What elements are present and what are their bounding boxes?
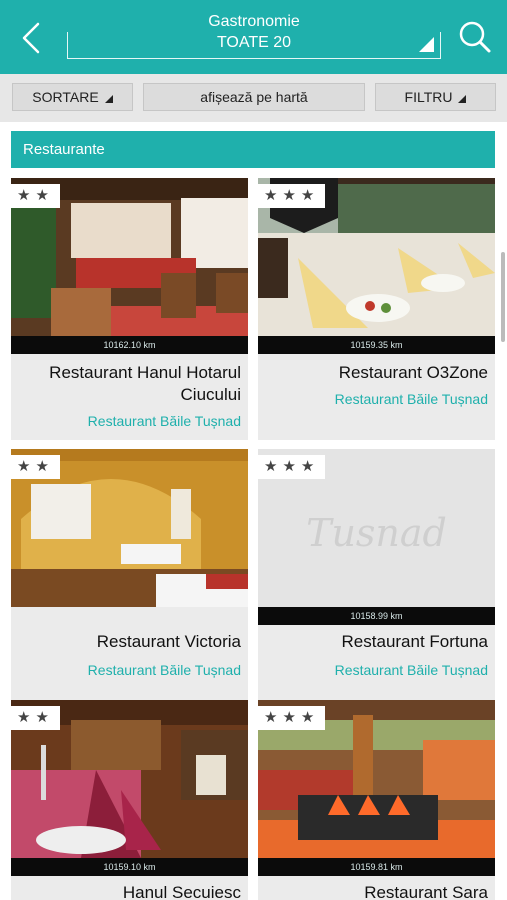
restaurant-card[interactable]: ★★ 10159.10 km Hanul Secuiesc — [11, 700, 248, 900]
distance-label: 10159.81 km — [258, 858, 495, 876]
star-rating: ★★★ — [258, 706, 326, 730]
category-value: TOATE 20 — [216, 34, 292, 51]
restaurant-card[interactable]: Tusnad ★★★ 10158.99 km Restaurant Fortun… — [258, 449, 495, 711]
sort-button[interactable]: SORTARE — [12, 83, 133, 111]
caret-down-icon — [419, 37, 434, 52]
restaurant-location: Restaurant Băile Tușnad — [87, 662, 241, 678]
distance-label: 10162.10 km — [11, 336, 248, 354]
star-rating: ★★ — [11, 184, 60, 208]
restaurant-location: Restaurant Băile Tușnad — [87, 413, 241, 429]
scrollbar[interactable] — [501, 252, 505, 342]
restaurant-card[interactable]: ★★ Restaurant Victoria Restaurant Băile … — [11, 449, 248, 711]
restaurant-name: Restaurant O3Zone — [338, 363, 488, 382]
distance-label: 10159.35 km — [258, 336, 495, 354]
restaurant-card[interactable]: ★★★ 10159.81 km Restaurant Sara — [258, 700, 495, 900]
section-header: Restaurante — [11, 131, 495, 168]
distance-label: 10159.10 km — [11, 858, 248, 876]
page-title: Gastronomie — [208, 13, 300, 30]
filter-button[interactable]: FILTRU — [375, 83, 496, 111]
restaurant-card[interactable]: ★★ 10162.10 km Restaurant Hanul Hotarul … — [11, 178, 248, 440]
restaurant-location: Restaurant Băile Tușnad — [334, 662, 488, 678]
results-list[interactable]: Restaurante ★★ 10162.10 km Restaurant Ha… — [0, 122, 507, 900]
star-rating: ★★ — [11, 706, 60, 730]
search-icon — [459, 21, 491, 53]
star-rating: ★★★ — [258, 455, 326, 479]
show-map-button[interactable]: afișează pe hartă — [143, 83, 365, 111]
restaurant-name: Hanul Secuiesc — [122, 883, 241, 900]
restaurant-name: Restaurant Sara — [364, 883, 488, 900]
back-button[interactable] — [18, 20, 48, 56]
placeholder-logo: Tusnad — [306, 511, 447, 555]
search-button[interactable] — [458, 20, 492, 54]
header-title-group: Gastronomie TOATE 20 — [67, 12, 441, 59]
category-dropdown[interactable]: TOATE 20 — [67, 32, 441, 59]
filter-label: FILTRU — [404, 89, 453, 105]
sort-label: SORTARE — [32, 89, 99, 105]
caret-down-icon — [458, 94, 467, 103]
app-header: Gastronomie TOATE 20 — [0, 0, 507, 74]
caret-down-icon — [104, 94, 113, 103]
star-rating: ★★ — [11, 455, 60, 479]
restaurant-card[interactable]: ★★★ 10159.35 km Restaurant O3Zone Restau… — [258, 178, 495, 440]
chevron-left-icon — [22, 22, 40, 54]
star-rating: ★★★ — [258, 184, 326, 208]
restaurant-name: Restaurant Victoria — [96, 632, 241, 651]
distance-label: 10158.99 km — [258, 607, 495, 625]
show-map-label: afișează pe hartă — [200, 89, 308, 105]
restaurant-name: Restaurant Hanul Hotarul Ciucului — [49, 363, 241, 404]
restaurant-name: Restaurant Fortuna — [341, 632, 488, 651]
toolbar: SORTARE afișează pe hartă FILTRU — [0, 74, 507, 122]
restaurant-location: Restaurant Băile Tușnad — [334, 391, 488, 407]
